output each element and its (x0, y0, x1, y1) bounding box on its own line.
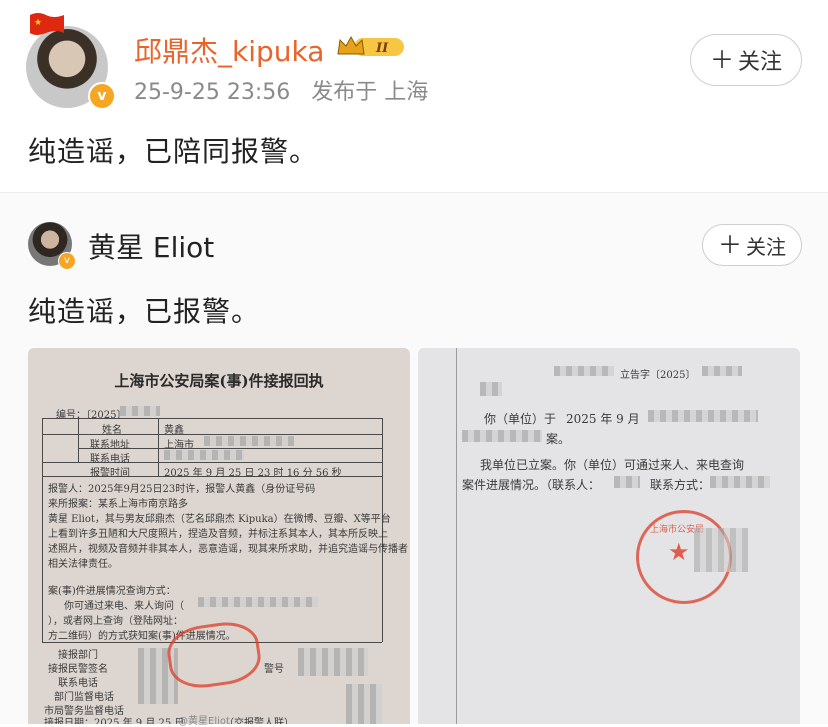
repost-text: 纯造谣，已报警。 (28, 295, 261, 328)
post-text: 纯造谣，已陪同报警。 (28, 135, 319, 168)
doc-body-line: 报警人：2025年9月25日23时许，报警人黄鑫（身份证号码 (48, 484, 316, 495)
follow-label: 关注 (746, 234, 786, 259)
cell-value: 2025 年 9 月 25 日 23 时 16 分 56 秒 (164, 468, 342, 479)
follow-label: 关注 (737, 50, 782, 75)
redacted-block (694, 528, 748, 572)
doc-body-line: 相关法律责任。 (48, 559, 118, 570)
doc-body-line: 你可通过来电、来人询问（ (64, 601, 184, 612)
redacted-block (120, 406, 160, 416)
redacted-block (554, 366, 614, 376)
doc-body-line: 述照片，视频及音频并非其本人，恶意造谣，现其来所求助，并追究造谣与传播者 (48, 544, 408, 555)
post-meta: 25-9-25 23:56 发布于 上海 (134, 74, 428, 106)
plus-icon: ＋ (709, 46, 734, 74)
redacted-block (614, 476, 640, 488)
redacted-block (648, 410, 758, 422)
cell-label: 报警时间 (90, 468, 130, 479)
doc-body-line: 黄星 Eliot，其与男友邱鼎杰（艺名邱鼎杰 Kipuka）在微博、豆瓣、X等平… (48, 514, 391, 525)
cell-label: 接报民警签名 (48, 664, 108, 675)
level-badge-text: II (375, 41, 389, 56)
doc-body-line: 我单位已立案。你（单位）可通过来人、来电查询 (480, 458, 745, 472)
redacted-block (710, 476, 770, 488)
crown-level-icon: II (337, 35, 404, 56)
post-timestamp: 25-9-25 23:56 (134, 80, 291, 105)
cell-label: 接报部门 (58, 650, 98, 661)
table-line (158, 418, 159, 476)
doc-body-line: 2025 年 9 月 (566, 412, 640, 426)
redacted-block (462, 430, 542, 442)
doc-body-line: 联系方式： (650, 478, 711, 492)
cell-label: 警号 (264, 664, 284, 675)
doc-body-line: ），或者网上查询（登陆网址： (48, 616, 183, 627)
case-notice-image[interactable]: 立告字〔2025〕 你（单位）于 2025 年 9 月 案。 我单位已立案。你（… (418, 348, 800, 724)
doc-body-line: 来所报案：某系上海市南京路多 (48, 499, 188, 510)
redacted-block (702, 366, 742, 376)
cell-label: 部门监督电话 (54, 692, 114, 703)
doc-body-line: 案。 (546, 432, 571, 446)
cell-label: 联系电话 (90, 454, 130, 465)
follow-button[interactable]: ＋ 关注 (690, 34, 802, 86)
table-line (42, 418, 43, 642)
cell-value: 上海市 (164, 440, 194, 451)
doc-body-line: 上看到许多丑陋和大尺度照片，捏造及音频，并标注系其本人，其本所反映上 (48, 529, 388, 540)
doc-body-line: 案件进展情况。（联系人： (462, 478, 601, 492)
cell-label: 联系电话 (58, 678, 98, 689)
author-avatar-group[interactable]: ★ v (26, 12, 116, 110)
redacted-block (204, 436, 294, 446)
doc-signer: （交报警人联） (224, 718, 294, 724)
doc-title: 上海市公安局案(事)件接报回执 (114, 372, 324, 390)
doc-body-line: 案(事)件进展情况查询方式： (48, 586, 176, 597)
redacted-block (164, 450, 244, 460)
main-post: ★ v 邱鼎杰_kipuka II 25-9-25 23:56 发布于 上海 ＋… (0, 0, 828, 192)
table-line (78, 418, 79, 462)
svg-text:★: ★ (34, 18, 42, 28)
china-flag-icon: ★ (30, 13, 64, 35)
post-location: 发布于 上海 (311, 80, 429, 105)
redacted-block (198, 597, 318, 607)
cell-label: 联系地址 (90, 440, 130, 451)
page-margin-line (456, 348, 457, 724)
cell-label: 姓名 (102, 425, 122, 436)
doc-case-number: 立告字〔2025〕 (620, 370, 696, 381)
image-watermark: @黄星Eliot (178, 716, 230, 727)
police-receipt-image[interactable]: 上海市公安局案(事)件接报回执 编号：〔2025〕 姓名 黄鑫 联系地址 上海市… (28, 348, 410, 724)
doc-date: 接报日期：2025 年 9 月 25 日 (44, 718, 185, 724)
stamp-star-icon: ★ (668, 538, 690, 566)
cell-value: 黄鑫 (164, 425, 184, 436)
plus-icon: ＋ (718, 231, 742, 259)
repost-username[interactable]: 黄星 Eliot (88, 226, 214, 266)
verified-icon: v (58, 252, 76, 270)
verified-icon: v (88, 82, 116, 110)
repost-follow-button[interactable]: ＋ 关注 (702, 224, 802, 266)
redacted-block (480, 382, 502, 396)
redacted-block (346, 684, 382, 724)
author-username[interactable]: 邱鼎杰_kipuka (134, 30, 324, 70)
table-line (42, 434, 382, 435)
doc-body-line: 你（单位）于 (484, 412, 557, 426)
redacted-block (298, 648, 368, 676)
table-line (42, 418, 382, 419)
